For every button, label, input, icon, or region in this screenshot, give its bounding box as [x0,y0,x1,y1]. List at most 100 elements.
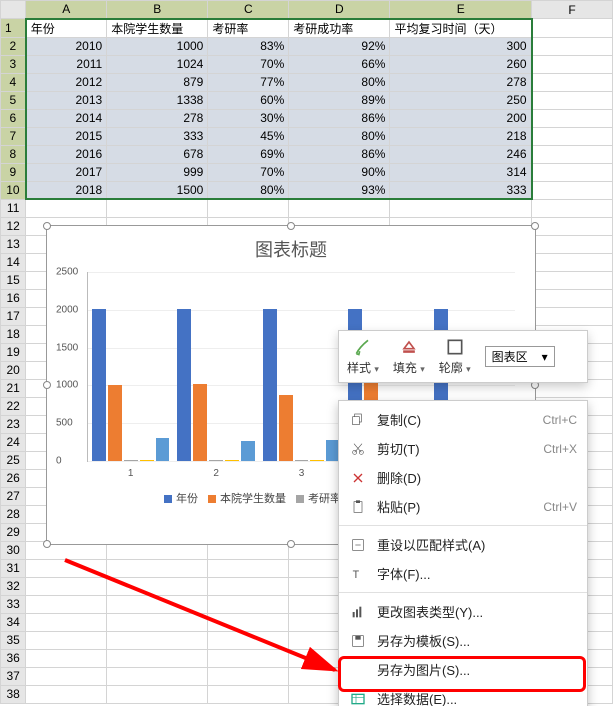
row-header[interactable]: 7 [1,127,26,145]
cell[interactable] [532,289,613,307]
cell[interactable] [26,613,107,631]
cell[interactable] [532,145,613,163]
cell[interactable] [26,649,107,667]
cell[interactable]: 678 [107,145,208,163]
cell[interactable]: 考研成功率 [289,19,390,38]
resize-handle[interactable] [287,222,295,230]
cell[interactable] [532,181,613,199]
cell[interactable]: 218 [390,127,532,145]
chart-element-selector[interactable]: 图表区 ▾ [485,346,555,367]
row-header[interactable]: 19 [1,343,26,361]
row-header[interactable]: 20 [1,361,26,379]
menu-item-paste[interactable]: 粘贴(P)Ctrl+V [339,492,587,521]
cell[interactable]: 86% [289,145,390,163]
cell[interactable]: 69% [208,145,289,163]
bar[interactable] [209,460,223,461]
cell[interactable] [208,685,289,703]
legend-item[interactable]: 考研率 [296,490,341,506]
bar[interactable] [263,309,277,461]
row-header[interactable]: 12 [1,217,26,235]
cell[interactable] [532,307,613,325]
cell[interactable] [208,649,289,667]
cell[interactable] [26,559,107,577]
resize-handle[interactable] [531,222,539,230]
row-header[interactable]: 26 [1,469,26,487]
row-header[interactable]: 31 [1,559,26,577]
cell[interactable] [208,577,289,595]
cell[interactable]: 45% [208,127,289,145]
cell[interactable] [26,199,107,217]
menu-item-reset[interactable]: 重设以匹配样式(A) [339,530,587,559]
row-header[interactable]: 22 [1,397,26,415]
style-tool[interactable]: 样式 ▾ [347,337,379,376]
cell[interactable]: 年份 [26,19,107,38]
cell[interactable]: 2012 [26,73,107,91]
row-header[interactable]: 4 [1,73,26,91]
row-header[interactable]: 6 [1,109,26,127]
cell[interactable] [532,163,613,181]
cell[interactable]: 1338 [107,91,208,109]
cell[interactable]: 260 [390,55,532,73]
bar[interactable] [92,309,106,461]
cell[interactable] [26,577,107,595]
cell[interactable]: 200 [390,109,532,127]
row-header[interactable]: 1 [1,19,26,38]
row-header[interactable]: 38 [1,685,26,703]
cell[interactable] [390,199,532,217]
row-header[interactable]: 18 [1,325,26,343]
bar[interactable] [295,460,309,461]
cell[interactable]: 80% [289,73,390,91]
cell[interactable] [26,631,107,649]
bar[interactable] [241,441,255,461]
bar[interactable] [279,395,293,461]
cell[interactable]: 89% [289,91,390,109]
cell[interactable] [107,685,208,703]
cell[interactable] [532,19,613,38]
row-header[interactable]: 33 [1,595,26,613]
cell[interactable] [107,631,208,649]
cell[interactable]: 1024 [107,55,208,73]
cell[interactable] [26,595,107,613]
resize-handle[interactable] [43,540,51,548]
cell[interactable] [532,253,613,271]
col-header[interactable]: A [26,1,107,19]
cell[interactable]: 879 [107,73,208,91]
bar[interactable] [108,385,122,461]
menu-item-chart-type[interactable]: 更改图表类型(Y)... [339,597,587,626]
row-header[interactable]: 16 [1,289,26,307]
row-header[interactable]: 14 [1,253,26,271]
cell[interactable] [26,667,107,685]
cell[interactable]: 2010 [26,37,107,55]
cell[interactable] [289,199,390,217]
cell[interactable]: 2018 [26,181,107,199]
row-header[interactable]: 11 [1,199,26,217]
cell[interactable]: 70% [208,55,289,73]
cell[interactable]: 999 [107,163,208,181]
cell[interactable] [208,559,289,577]
row-header[interactable]: 13 [1,235,26,253]
cell[interactable] [107,649,208,667]
cell[interactable] [26,685,107,703]
row-header[interactable]: 3 [1,55,26,73]
cell[interactable]: 2017 [26,163,107,181]
cell[interactable] [208,595,289,613]
col-header[interactable]: B [107,1,208,19]
cell[interactable]: 30% [208,109,289,127]
cell[interactable] [532,199,613,217]
cell[interactable] [532,271,613,289]
row-header[interactable]: 28 [1,505,26,523]
resize-handle[interactable] [287,540,295,548]
cell[interactable] [532,109,613,127]
row-header[interactable]: 36 [1,649,26,667]
resize-handle[interactable] [43,381,51,389]
row-header[interactable]: 21 [1,379,26,397]
cell[interactable]: 93% [289,181,390,199]
cell[interactable] [107,595,208,613]
legend-item[interactable]: 本院学生数量 [208,490,286,506]
cell[interactable] [532,91,613,109]
row-header[interactable]: 5 [1,91,26,109]
row-header[interactable]: 35 [1,631,26,649]
cell[interactable]: 77% [208,73,289,91]
col-header[interactable]: C [208,1,289,19]
row-header[interactable]: 23 [1,415,26,433]
